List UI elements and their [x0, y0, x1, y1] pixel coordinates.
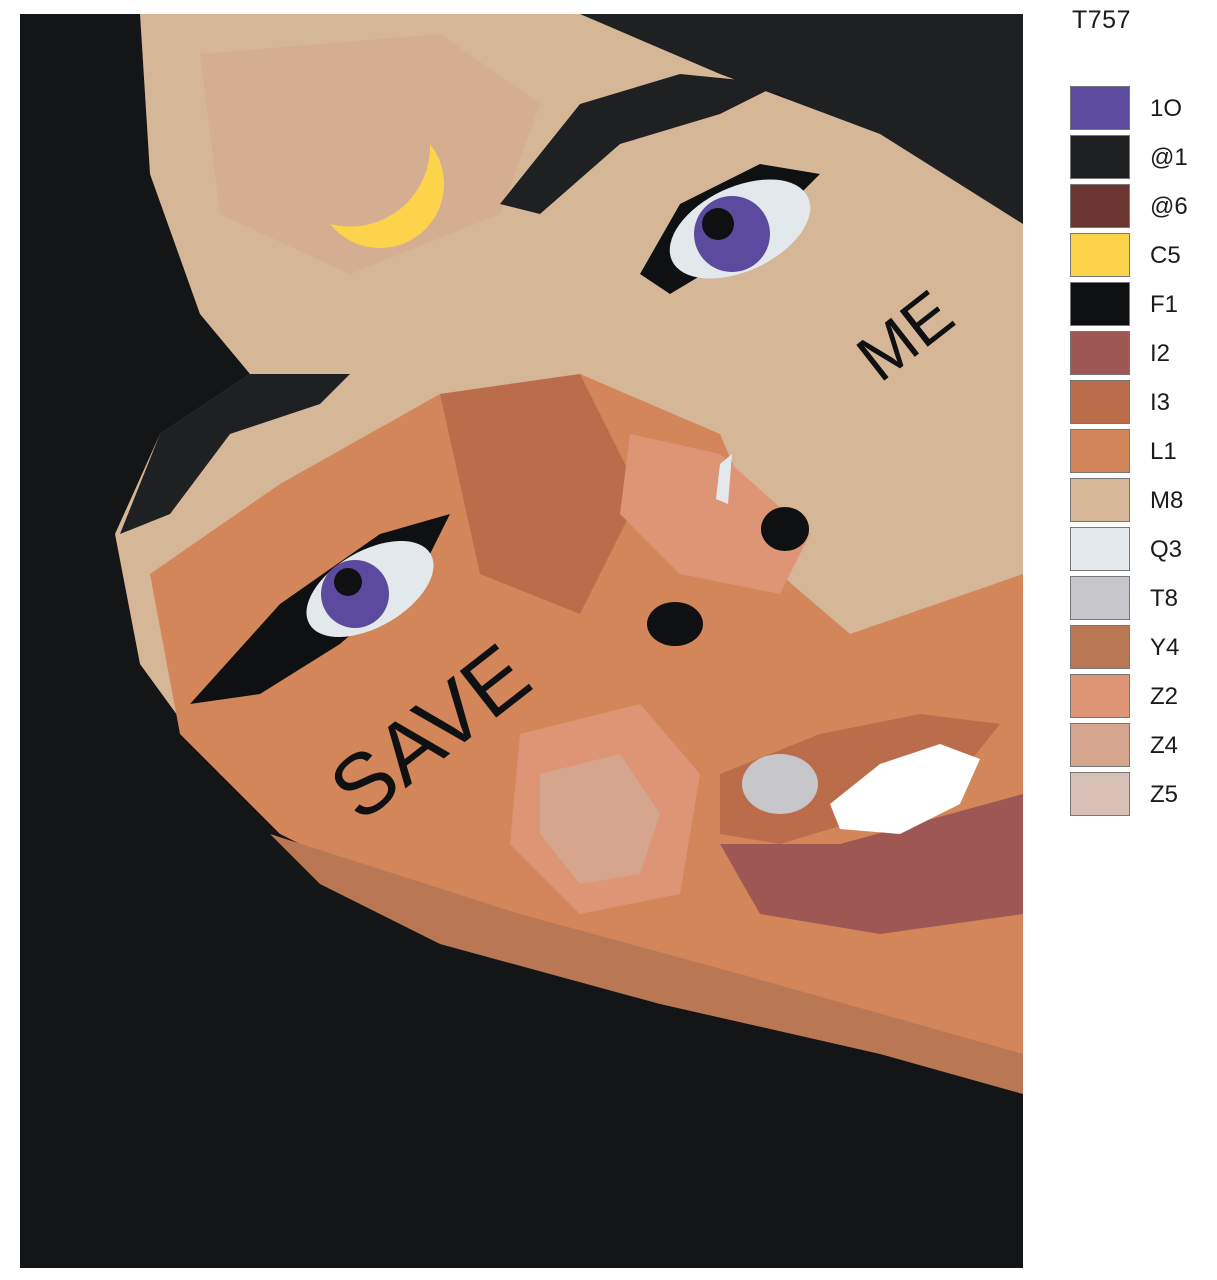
color-swatch [1070, 625, 1130, 669]
palette-row: L1 [1070, 429, 1210, 478]
eye-right-pupil [702, 208, 734, 240]
palette-row: T8 [1070, 576, 1210, 625]
eye-left-pupil [334, 568, 362, 596]
nostril-left [647, 602, 703, 646]
color-code-label: 1O [1150, 95, 1183, 122]
palette-row: 1O [1070, 86, 1210, 135]
palette-row: F1 [1070, 282, 1210, 331]
palette-row: Y4 [1070, 625, 1210, 674]
color-swatch [1070, 380, 1130, 424]
palette-row: Q3 [1070, 527, 1210, 576]
color-code-label: M8 [1150, 487, 1184, 514]
color-code-label: Z5 [1150, 781, 1179, 808]
palette-row: @6 [1070, 184, 1210, 233]
palette-row: C5 [1070, 233, 1210, 282]
color-swatch [1070, 723, 1130, 767]
color-swatch [1070, 772, 1130, 816]
color-code-label: I3 [1150, 389, 1171, 416]
color-swatch [1070, 576, 1130, 620]
color-code-label: Z4 [1150, 732, 1179, 759]
portrait-illustration: SAVE ME [115, 14, 1023, 1094]
color-code-label: @6 [1150, 193, 1188, 220]
color-code-label: Q3 [1150, 536, 1183, 563]
eye-right-iris [694, 196, 770, 272]
artwork-code: T757 [1072, 6, 1131, 34]
color-swatch [1070, 135, 1130, 179]
color-code-label: Y4 [1150, 634, 1180, 661]
color-swatch [1070, 674, 1130, 718]
color-code-label: @1 [1150, 144, 1188, 171]
color-swatch [1070, 429, 1130, 473]
color-code-label: C5 [1150, 242, 1181, 269]
color-swatch [1070, 86, 1130, 130]
color-swatch [1070, 282, 1130, 326]
color-swatch [1070, 331, 1130, 375]
nostril-right [761, 507, 809, 551]
color-swatch [1070, 184, 1130, 228]
color-swatch [1070, 233, 1130, 277]
palette-row: I3 [1070, 380, 1210, 429]
palette-row: @1 [1070, 135, 1210, 184]
color-code-label: F1 [1150, 291, 1179, 318]
palette-row: Z4 [1070, 723, 1210, 772]
color-code-label: T8 [1150, 585, 1179, 612]
palette-row: I2 [1070, 331, 1210, 380]
color-code-label: I2 [1150, 340, 1171, 367]
color-swatch [1070, 478, 1130, 522]
tooth-gray [742, 754, 818, 814]
color-code-label: Z2 [1150, 683, 1179, 710]
color-swatch [1070, 527, 1130, 571]
palette-row: Z2 [1070, 674, 1210, 723]
color-palette-legend: 1O @1 @6 C5 F1 I2 I3 L1 M8 Q3 T8 Y4 Z2 Z4 Z5 [1070, 86, 1210, 821]
paint-by-number-artwork: SAVE ME [20, 14, 1023, 1268]
palette-row: Z5 [1070, 772, 1210, 821]
palette-row: M8 [1070, 478, 1210, 527]
color-code-label: L1 [1150, 438, 1177, 465]
